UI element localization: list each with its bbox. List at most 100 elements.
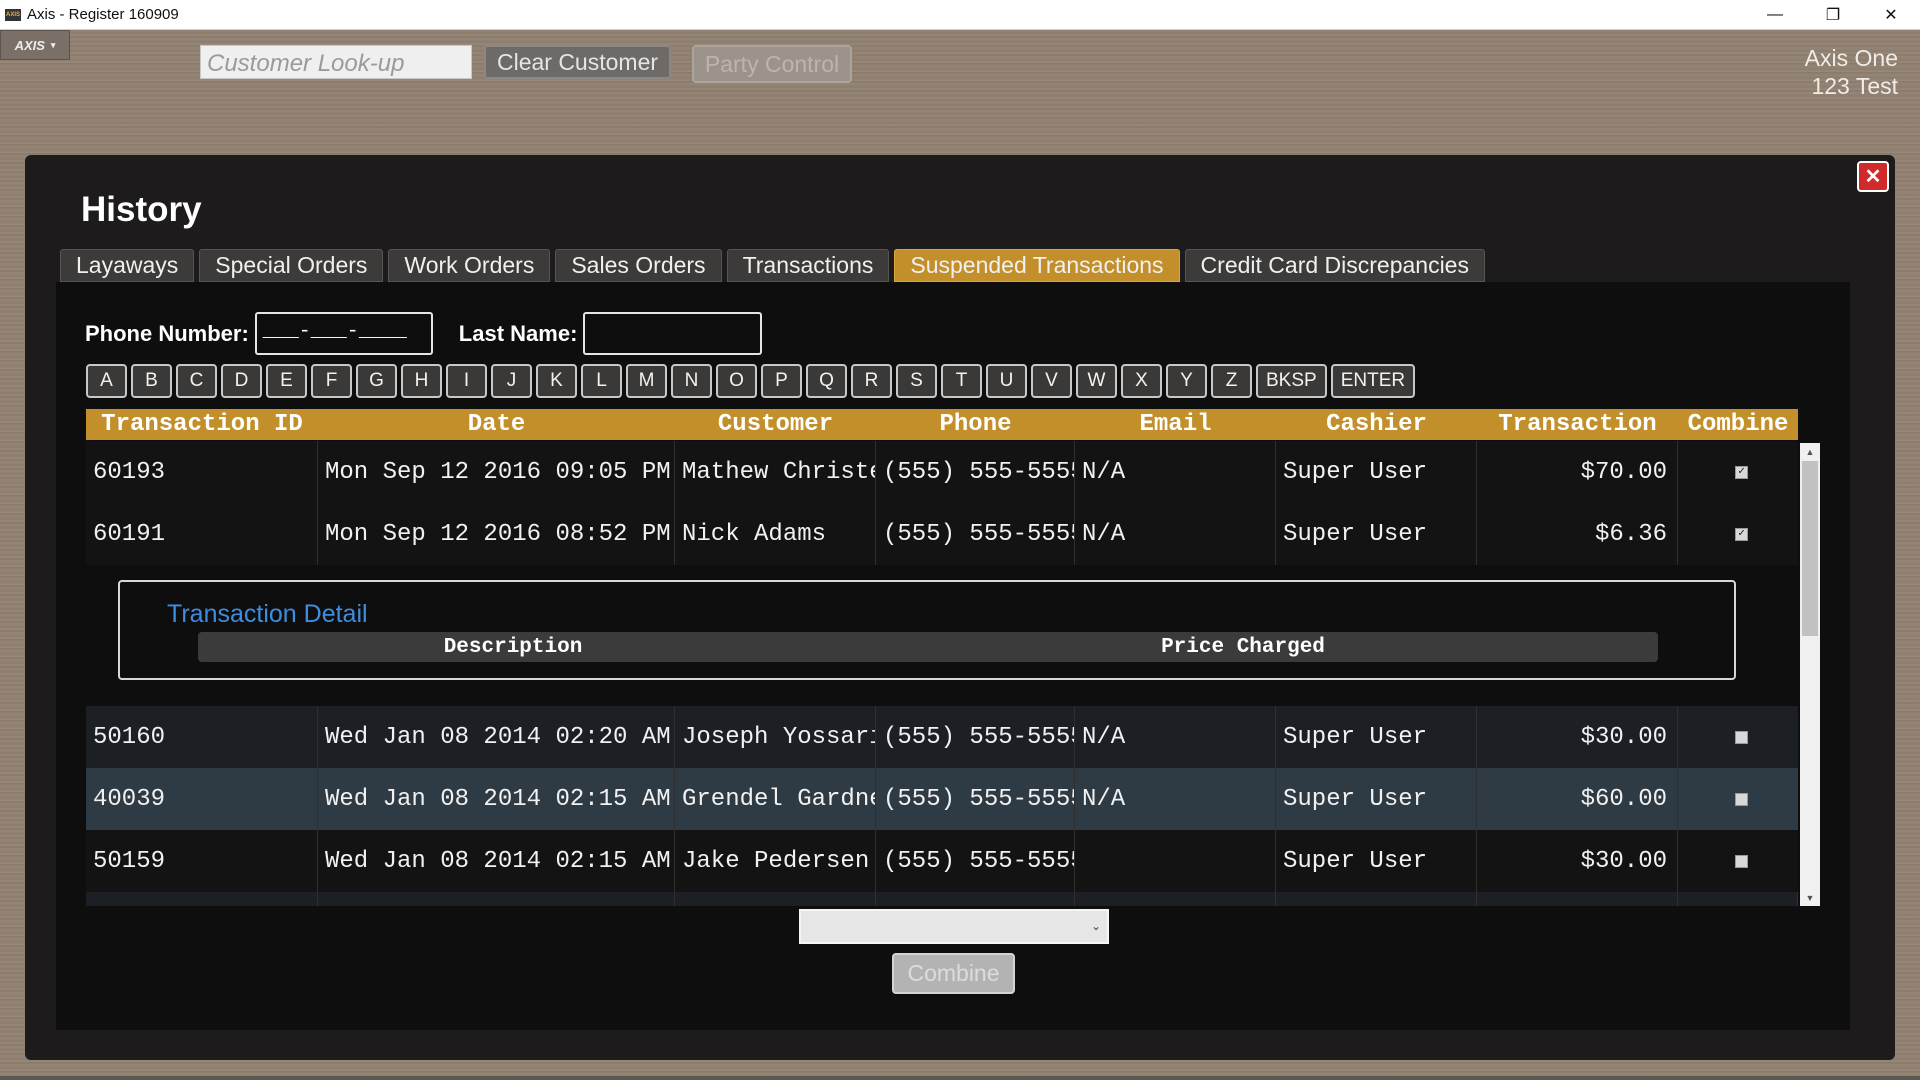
cell-transaction: $6.36 <box>1477 503 1678 565</box>
table-row-partial[interactable] <box>86 892 1798 906</box>
key-u[interactable]: U <box>986 364 1027 398</box>
table-scrollbar[interactable]: ▲ ▼ <box>1800 443 1820 906</box>
clear-customer-button[interactable]: Clear Customer <box>484 45 671 79</box>
cell-cashier: Super User <box>1276 768 1477 830</box>
cell-transaction-id: 50159 <box>86 830 318 892</box>
transaction-detail-header: Description Price Charged <box>198 632 1658 662</box>
window-close-button[interactable]: ✕ <box>1862 0 1920 29</box>
tab-layaways[interactable]: Layaways <box>60 249 195 282</box>
key-e[interactable]: E <box>266 364 307 398</box>
last-name-input[interactable] <box>583 312 763 355</box>
key-m[interactable]: M <box>626 364 667 398</box>
tab-suspended-transactions[interactable]: Suspended Transactions <box>894 249 1180 282</box>
cell-email: N/A <box>1075 503 1276 565</box>
cell-transaction: $70.00 <box>1477 441 1678 503</box>
col-header-customer[interactable]: Customer <box>675 409 876 440</box>
col-header-combine[interactable]: Combine <box>1678 409 1798 440</box>
col-header-phone[interactable]: Phone <box>876 409 1075 440</box>
bottom-strip <box>0 1076 1920 1080</box>
unchecked-checkbox-icon[interactable] <box>1735 854 1748 868</box>
key-bksp[interactable]: BKSP <box>1256 364 1327 398</box>
key-t[interactable]: T <box>941 364 982 398</box>
customer-lookup-input[interactable]: Customer Look-up <box>200 45 472 79</box>
col-header-date[interactable]: Date <box>318 409 675 440</box>
table-row[interactable]: 60193 Mon Sep 12 2016 09:05 PM Mathew Chri… <box>86 441 1798 503</box>
table-row[interactable]: 60191 Mon Sep 12 2016 08:52 PM Nick Adams(… <box>86 503 1798 565</box>
cell-date: Mon Sep 12 2016 09:05 PM <box>318 441 675 503</box>
tab-sales-orders[interactable]: Sales Orders <box>555 249 722 282</box>
col-header-transaction-id[interactable]: Transaction ID <box>86 409 318 440</box>
key-p[interactable]: P <box>761 364 802 398</box>
unchecked-checkbox-icon[interactable] <box>1735 792 1748 806</box>
key-k[interactable]: K <box>536 364 577 398</box>
key-x[interactable]: X <box>1121 364 1162 398</box>
col-header-cashier[interactable]: Cashier <box>1276 409 1477 440</box>
key-r[interactable]: R <box>851 364 892 398</box>
key-w[interactable]: W <box>1076 364 1117 398</box>
cell-email <box>1075 892 1276 906</box>
key-v[interactable]: V <box>1031 364 1072 398</box>
detail-col-description: Description <box>443 635 583 659</box>
key-i[interactable]: I <box>446 364 487 398</box>
key-y[interactable]: Y <box>1166 364 1207 398</box>
store-info: Axis One 123 Test <box>1805 44 1898 100</box>
tab-work-orders[interactable]: Work Orders <box>388 249 551 282</box>
key-b[interactable]: B <box>131 364 172 398</box>
unchecked-checkbox-icon[interactable] <box>1735 730 1748 744</box>
minimize-button[interactable]: — <box>1746 0 1804 29</box>
cell-transaction-id: 50160 <box>86 706 318 768</box>
cell-phone: (555) 555-5555 <box>876 706 1075 768</box>
modal-title: History <box>81 190 202 229</box>
party-control-button[interactable]: Party Control <box>692 45 852 83</box>
cell-transaction-id: 40039 <box>86 768 318 830</box>
phone-number-input[interactable]: ___-___-____ <box>254 312 433 355</box>
tab-special-orders[interactable]: Special Orders <box>199 249 384 282</box>
cell-transaction: $30.00 <box>1477 830 1678 892</box>
table-row[interactable]: 50160 Wed Jan 08 2014 02:20 AM Joseph Yoss… <box>86 706 1798 768</box>
checked-checkbox-icon[interactable]: ✓ <box>1735 527 1748 541</box>
tab-credit-card-discrepancies[interactable]: Credit Card Discrepancies <box>1184 249 1485 282</box>
key-enter[interactable]: ENTER <box>1330 364 1416 398</box>
checked-checkbox-icon[interactable]: ✓ <box>1735 465 1748 479</box>
tab-transactions[interactable]: Transactions <box>726 249 890 282</box>
key-d[interactable]: D <box>221 364 262 398</box>
cell-customer: Mathew Christe <box>675 441 876 503</box>
key-n[interactable]: N <box>671 364 712 398</box>
key-f[interactable]: F <box>311 364 352 398</box>
store-address: 123 Test <box>1811 73 1898 99</box>
col-header-email[interactable]: Email <box>1075 409 1276 440</box>
key-q[interactable]: Q <box>806 364 847 398</box>
axis-menu-button[interactable]: AXIS ▾ <box>0 30 70 60</box>
key-c[interactable]: C <box>176 364 217 398</box>
cell-date: Wed Jan 08 2014 02:15 AM <box>318 768 675 830</box>
cell-customer: Jake Pedersen <box>675 830 876 892</box>
cell-transaction-id: 60191 <box>86 503 318 565</box>
cell-transaction: $30.00 <box>1477 706 1678 768</box>
table-row[interactable]: 40039 Wed Jan 08 2014 02:15 AM Grendel Gar… <box>86 768 1798 830</box>
window-title: Axis - Register 160909 <box>27 6 179 23</box>
key-o[interactable]: O <box>716 364 757 398</box>
key-a[interactable]: A <box>86 364 127 398</box>
maximize-button[interactable]: ❐ <box>1804 0 1862 29</box>
table-row[interactable]: 50159 Wed Jan 08 2014 02:15 AM Jake Peders… <box>86 830 1798 892</box>
scrollbar-thumb[interactable] <box>1802 461 1818 636</box>
scroll-up-icon[interactable]: ▲ <box>1800 443 1820 460</box>
key-g[interactable]: G <box>356 364 397 398</box>
cell-transaction <box>1477 892 1678 906</box>
transaction-detail: Transaction Detail Description Price Cha… <box>118 580 1736 680</box>
cell-date: Wed Jan 08 2014 02:20 AM <box>318 706 675 768</box>
combine-select[interactable]: ⌄ <box>799 909 1109 944</box>
cell-phone: (555) 555-5555 <box>876 503 1075 565</box>
scroll-down-icon[interactable]: ▼ <box>1800 889 1820 906</box>
key-z[interactable]: Z <box>1211 364 1252 398</box>
key-l[interactable]: L <box>581 364 622 398</box>
cell-transaction-id: 60193 <box>86 441 318 503</box>
key-h[interactable]: H <box>401 364 442 398</box>
col-header-transaction[interactable]: Transaction <box>1477 409 1678 440</box>
cell-phone: (555) 555-5555 <box>876 768 1075 830</box>
key-s[interactable]: S <box>896 364 937 398</box>
cell-cashier: Super User <box>1276 441 1477 503</box>
key-j[interactable]: J <box>491 364 532 398</box>
combine-button[interactable]: Combine <box>892 953 1015 994</box>
modal-close-button[interactable]: ✕ <box>1857 161 1889 192</box>
